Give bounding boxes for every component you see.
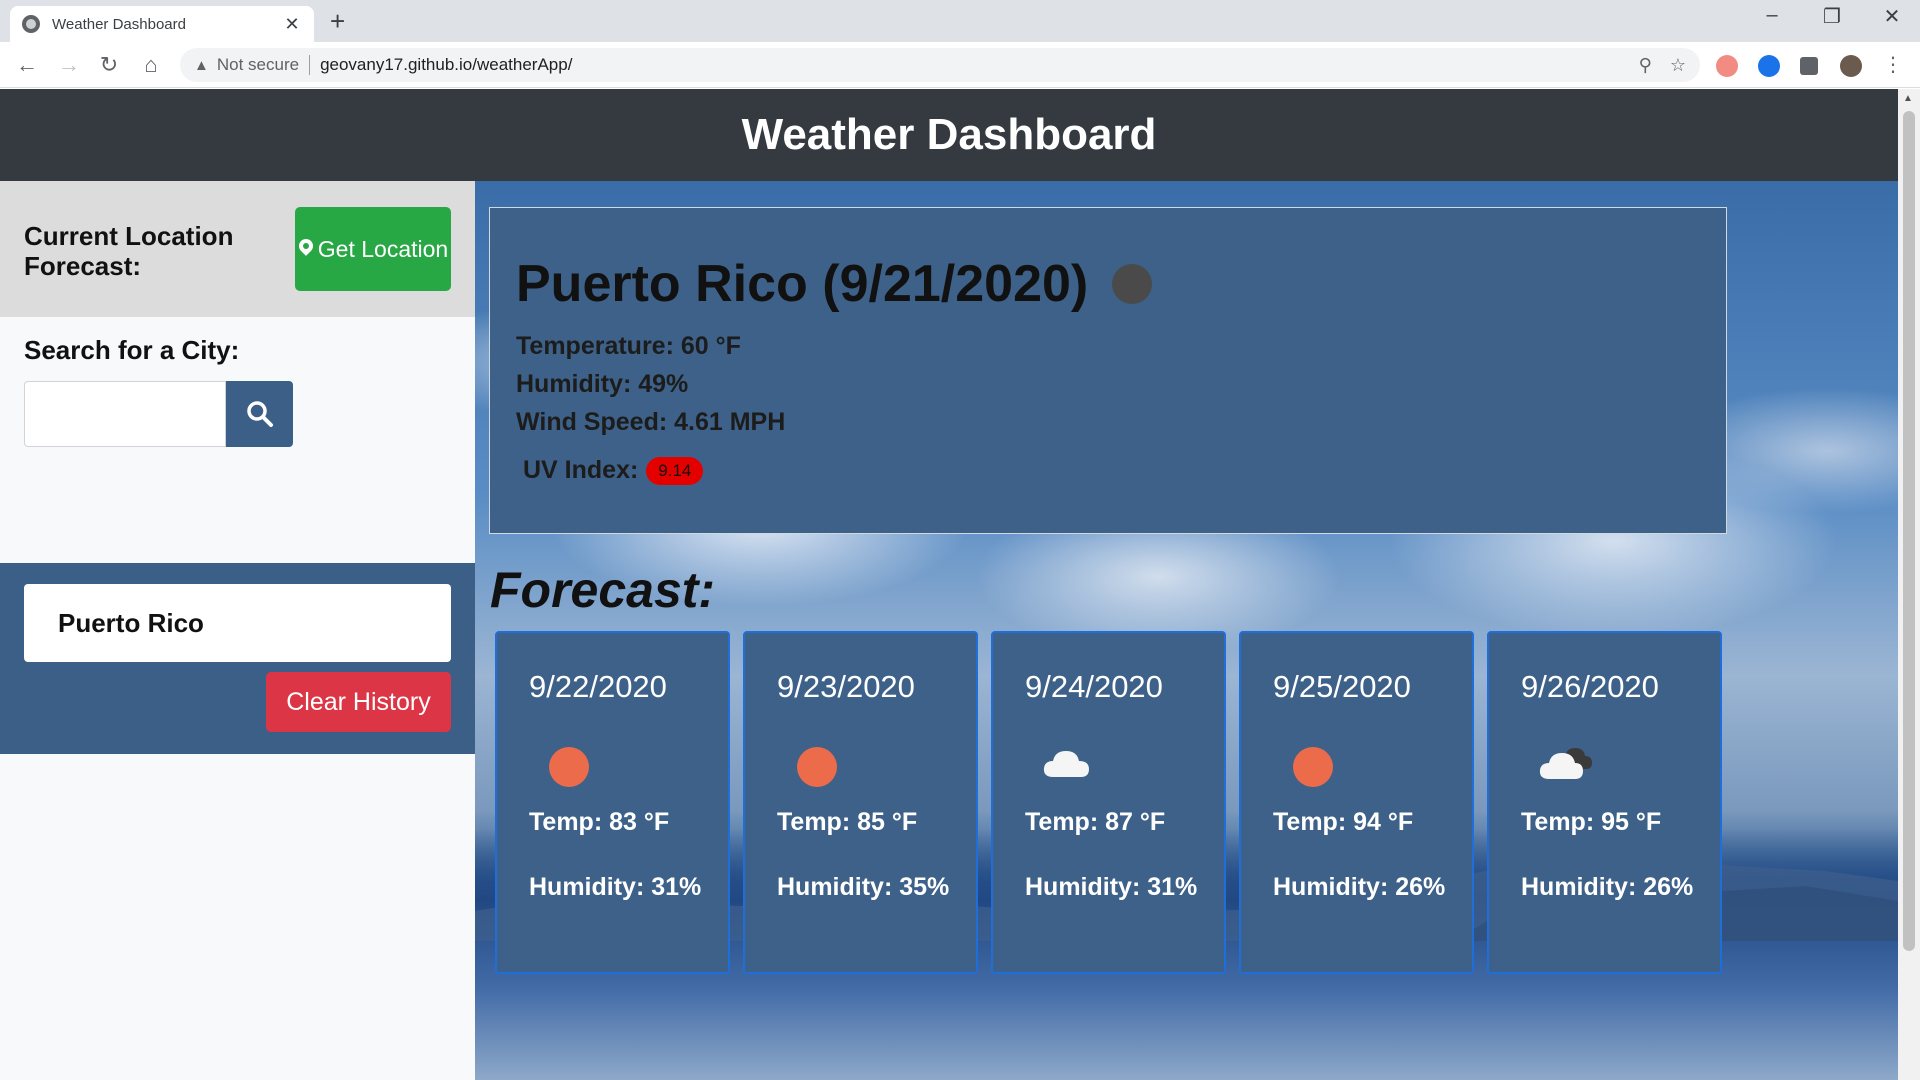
get-location-button[interactable]: Get Location xyxy=(295,207,451,291)
avatar[interactable] xyxy=(1840,55,1862,77)
page-header: Weather Dashboard xyxy=(0,89,1898,181)
scroll-up-arrow-icon[interactable]: ▲ xyxy=(1903,93,1913,104)
warning-icon[interactable]: ▲ xyxy=(194,57,209,74)
page-title: Weather Dashboard xyxy=(741,110,1157,159)
history-item[interactable]: Puerto Rico xyxy=(24,584,451,662)
forecast-temp: Temp: 95 °F xyxy=(1521,808,1662,836)
current-wind-speed: Wind Speed: 4.61 MPH xyxy=(516,408,786,436)
forecast-card: 9/23/2020 Temp: 85 °F Humidity: 35% xyxy=(743,631,978,974)
forecast-date: 9/26/2020 xyxy=(1521,669,1659,704)
browser-toolbar: ← → ↻ ⌂ ▲ Not secure geovany17.github.io… xyxy=(0,42,1920,88)
forecast-heading: Forecast: xyxy=(490,562,716,618)
clear-history-button[interactable]: Clear History xyxy=(266,672,451,732)
new-tab-button[interactable]: + xyxy=(330,6,345,36)
menu-kebab-icon[interactable]: ⋮ xyxy=(1878,50,1908,80)
extension-icon[interactable] xyxy=(1758,55,1780,77)
sidebar: Current Location Forecast: Get Location … xyxy=(0,181,475,1080)
extensions-puzzle-icon[interactable] xyxy=(1800,57,1818,75)
zoom-icon[interactable]: ⚲ xyxy=(1639,55,1652,76)
current-location-panel: Current Location Forecast: Get Location xyxy=(0,181,475,317)
get-location-label: Get Location xyxy=(317,235,449,262)
forecast-card: 9/25/2020 Temp: 94 °F Humidity: 26% xyxy=(1239,631,1474,974)
current-temperature: Temperature: 60 °F xyxy=(516,332,741,360)
map-marker-icon xyxy=(298,239,314,259)
forecast-date: 9/24/2020 xyxy=(1025,669,1163,704)
back-icon[interactable]: ← xyxy=(12,50,42,80)
search-icon xyxy=(246,401,273,427)
current-location-label: Current Location Forecast: xyxy=(24,221,244,281)
forecast-card: 9/22/2020 Temp: 83 °F Humidity: 31% xyxy=(495,631,730,974)
browser-tab[interactable]: Weather Dashboard ✕ xyxy=(10,6,314,42)
forecast-temp: Temp: 87 °F xyxy=(1025,808,1166,836)
forecast-humidity: Humidity: 35% xyxy=(777,873,950,901)
url-text[interactable]: geovany17.github.io/weatherApp/ xyxy=(320,55,1621,75)
cloud-icon xyxy=(1041,743,1089,791)
minimize-icon[interactable]: – xyxy=(1752,4,1792,27)
browser-tab-bar: Weather Dashboard ✕ + – ❐ ✕ xyxy=(0,0,1920,42)
search-button[interactable] xyxy=(226,381,293,447)
current-city-title: Puerto Rico (9/21/2020) xyxy=(516,254,1153,314)
divider xyxy=(309,55,311,75)
forecast-humidity: Humidity: 31% xyxy=(529,873,702,901)
forecast-date: 9/25/2020 xyxy=(1273,669,1411,704)
close-tab-icon[interactable]: ✕ xyxy=(282,14,302,35)
city-date-heading: Puerto Rico (9/21/2020) xyxy=(516,255,1089,313)
current-humidity: Humidity: 49% xyxy=(516,370,689,398)
extension-icon[interactable] xyxy=(1716,55,1738,77)
forecast-humidity: Humidity: 31% xyxy=(1025,873,1198,901)
restore-icon[interactable]: ❐ xyxy=(1812,4,1852,29)
forecast-card: 9/24/2020 Temp: 87 °F Humidity: 31% xyxy=(991,631,1226,974)
forecast-temp: Temp: 94 °F xyxy=(1273,808,1414,836)
forward-icon[interactable]: → xyxy=(54,50,84,80)
current-location-text: Current Location Forecast: xyxy=(24,221,234,281)
uv-index-label: UV Index: xyxy=(523,456,639,484)
sun-icon xyxy=(1289,743,1337,791)
forecast-date: 9/23/2020 xyxy=(777,669,915,704)
forecast-temp: Temp: 83 °F xyxy=(529,808,670,836)
current-weather-panel: Puerto Rico (9/21/2020) Temperature: 60 … xyxy=(489,207,1727,534)
forecast-card: 9/26/2020 Temp: 95 °F Humidity: 26% xyxy=(1487,631,1722,974)
sun-icon xyxy=(545,743,593,791)
main-content: Puerto Rico (9/21/2020) Temperature: 60 … xyxy=(475,181,1898,1080)
forecast-humidity: Humidity: 26% xyxy=(1521,873,1694,901)
scrollbar-thumb[interactable] xyxy=(1903,111,1915,951)
bookmark-star-icon[interactable]: ☆ xyxy=(1670,55,1686,76)
tab-title: Weather Dashboard xyxy=(52,15,186,33)
uv-index-badge: 9.14 xyxy=(646,456,704,485)
home-icon[interactable]: ⌂ xyxy=(136,50,166,80)
page-scrollbar[interactable]: ▲ xyxy=(1898,89,1920,1080)
moon-icon xyxy=(1112,264,1153,304)
sun-icon xyxy=(793,743,841,791)
dark-cloud-icon xyxy=(1537,743,1592,791)
security-label[interactable]: Not secure xyxy=(217,55,299,75)
uv-index-row: UV Index: 9.14 xyxy=(523,456,704,485)
search-history: Puerto Rico Clear History xyxy=(0,563,475,754)
page: Weather Dashboard Current Location Forec… xyxy=(0,89,1898,1080)
forecast-humidity: Humidity: 26% xyxy=(1273,873,1446,901)
address-bar[interactable]: ▲ Not secure geovany17.github.io/weather… xyxy=(180,48,1700,82)
globe-icon xyxy=(22,15,40,33)
forecast-temp: Temp: 85 °F xyxy=(777,808,918,836)
city-search-input[interactable] xyxy=(24,381,226,447)
reload-icon[interactable]: ↻ xyxy=(94,50,124,80)
forecast-date: 9/22/2020 xyxy=(529,669,667,704)
search-label: Search for a City: xyxy=(24,335,240,365)
window-close-icon[interactable]: ✕ xyxy=(1872,4,1912,29)
